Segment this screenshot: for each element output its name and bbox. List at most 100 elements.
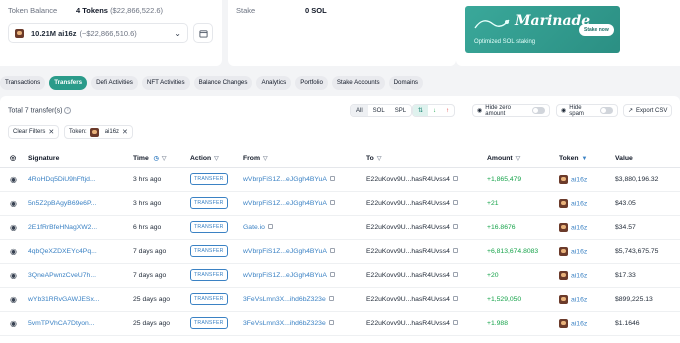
copy-icon[interactable] (329, 248, 335, 254)
eye-icon[interactable]: ◉ (10, 271, 17, 280)
from-address-link[interactable]: wVbrpFiS1Z...eJGgh4BYuA (243, 248, 327, 255)
tab-domains[interactable]: Domains (388, 76, 423, 90)
col-value: Value (615, 150, 680, 168)
tab-balance-changes[interactable]: Balance Changes (193, 76, 253, 90)
to-address: E22uKovv9U...hasR4Uvss4 (366, 223, 450, 231)
token-link[interactable]: ai16z (571, 272, 587, 279)
token-select[interactable]: 10.21M ai16z (~$22,866,510.6) ⌄ (8, 23, 188, 43)
from-address-link[interactable]: wVbrpFiS1Z...eJGgh4BYuA (243, 200, 327, 207)
token-link[interactable]: ai16z (571, 248, 587, 255)
close-icon[interactable]: ✕ (122, 128, 128, 136)
filter-icon[interactable]: ▽ (162, 156, 167, 162)
col-from[interactable]: From ▽ (243, 150, 366, 168)
filter-icon[interactable]: ▽ (263, 156, 268, 162)
col-time[interactable]: Time ◷ ▽ (133, 150, 190, 168)
arrow-down-icon[interactable]: ↓ (428, 105, 441, 116)
filter-active-icon[interactable]: ▼ (582, 156, 588, 162)
token-balance-label: Token Balance (8, 6, 58, 15)
table-header-row: ◎ Signature Time ◷ ▽ Action ▽ From ▽ To ▽ Am… (0, 150, 680, 168)
table-row: ◉ 5vmTPVhCA7Dtyon... 25 days ago TRANSFER 3F… (0, 311, 680, 336)
close-icon[interactable]: ✕ (48, 128, 54, 136)
eye-icon[interactable]: ◉ (10, 295, 17, 304)
copy-icon[interactable] (329, 200, 335, 206)
tab-stake-accounts[interactable]: Stake Accounts (331, 76, 385, 90)
eye-icon[interactable]: ◉ (10, 247, 17, 256)
token-link[interactable]: ai16z (571, 200, 587, 207)
token-link[interactable]: ai16z (571, 296, 587, 303)
table-row: ◉ 3QneAPwnzCveU7h... 7 days ago TRANSFER wVb… (0, 263, 680, 288)
tab-transactions[interactable]: Transactions (0, 76, 46, 90)
tab-nft-activities[interactable]: NFT Activities (141, 76, 190, 90)
signature-link[interactable]: 4qbQeXZDXEYc4Pq... (28, 248, 97, 255)
tab-portfolio[interactable]: Portfolio (295, 76, 328, 90)
from-address-link[interactable]: 3FeVsLmn3X...ihd6bZ323e (243, 320, 326, 327)
tab-transfers[interactable]: Transfers (49, 76, 88, 90)
signature-link[interactable]: 2E1fRrBfeHNagXW2... (28, 224, 97, 231)
tab-analytics[interactable]: Analytics (256, 76, 292, 90)
filter-spl-button[interactable]: SPL (390, 105, 411, 116)
col-action[interactable]: Action ▽ (190, 150, 243, 168)
signature-link[interactable]: wYb31RRvGAWJESx... (28, 296, 100, 303)
stake-now-button[interactable]: Stake now (579, 24, 614, 36)
eye-icon[interactable]: ◉ (10, 223, 17, 232)
col-token[interactable]: Token ▼ (559, 150, 615, 168)
ai16z-token-icon (559, 174, 568, 184)
table-row: ◉ 4RoHDq5DiU9hFftjd... 3 hrs ago TRANSFER wV… (0, 167, 680, 192)
from-address-link[interactable]: wVbrpFiS1Z...eJGgh4BYuA (243, 272, 327, 279)
copy-icon[interactable] (452, 320, 458, 326)
copy-icon[interactable] (452, 176, 458, 182)
col-to[interactable]: To ▽ (366, 150, 487, 168)
filter-sol-button[interactable]: SOL (368, 105, 390, 116)
copy-icon[interactable] (452, 272, 458, 278)
ai16z-token-icon (559, 294, 568, 304)
arrow-up-icon[interactable]: ↑ (441, 105, 454, 116)
from-address-link[interactable]: Gate.io (243, 224, 265, 231)
eye-header-icon: ◎ (0, 150, 28, 168)
token-link[interactable]: ai16z (571, 176, 587, 183)
copy-icon[interactable] (452, 224, 458, 230)
time-cell: 3 hrs ago (133, 167, 190, 192)
export-csv-button[interactable]: ↗ Export CSV (623, 104, 673, 117)
wallet-button[interactable] (193, 23, 213, 43)
tab-defi-activities[interactable]: Defi Activities (91, 76, 138, 90)
marinade-logo-icon (474, 19, 510, 29)
token-filter-chip[interactable]: Token: ai16z ✕ (64, 125, 133, 139)
hide-spam-switch[interactable] (599, 107, 613, 114)
copy-icon[interactable] (452, 248, 458, 254)
signature-link[interactable]: 3QneAPwnzCveU7h... (28, 272, 96, 279)
eye-icon[interactable]: ◉ (10, 319, 17, 328)
copy-icon[interactable] (452, 200, 458, 206)
clock-icon[interactable]: ◷ (154, 156, 159, 162)
filter-icon[interactable]: ▽ (214, 156, 219, 162)
filter-icon[interactable]: ▽ (377, 156, 382, 162)
copy-icon[interactable] (267, 224, 273, 230)
hide-spam-toggle[interactable]: ◉ Hide spam (556, 104, 618, 117)
marinade-banner[interactable]: Marinade Optimized SOL staking Stake now (465, 6, 620, 53)
filter-icon[interactable]: ▽ (516, 156, 521, 162)
both-directions-icon[interactable]: ⇅ (413, 105, 429, 116)
signature-link[interactable]: 5n5Z2pBAgyB69e6P... (28, 200, 96, 207)
copy-icon[interactable] (452, 296, 458, 302)
signature-link[interactable]: 5vmTPVhCA7Dtyon... (28, 320, 94, 327)
copy-icon[interactable] (328, 320, 334, 326)
copy-icon[interactable] (329, 272, 335, 278)
copy-icon[interactable] (328, 296, 334, 302)
eye-icon[interactable]: ◉ (10, 175, 17, 184)
copy-icon[interactable] (329, 176, 335, 182)
token-link[interactable]: ai16z (571, 224, 587, 231)
col-amount[interactable]: Amount ▽ (487, 150, 559, 168)
amount-cell: +1,529,050 (487, 295, 522, 303)
hide-zero-switch[interactable] (532, 107, 545, 114)
eye-icon[interactable]: ◉ (10, 199, 17, 208)
filter-all-button[interactable]: All (351, 105, 368, 116)
chevron-down-icon: ⌄ (174, 28, 181, 38)
clear-filters-chip[interactable]: Clear Filters ✕ (8, 125, 60, 139)
from-address-link[interactable]: wVbrpFiS1Z...eJGgh4BYuA (243, 176, 327, 183)
from-address-link[interactable]: 3FeVsLmn3X...ihd6bZ323e (243, 296, 326, 303)
ai16z-token-icon (15, 28, 24, 38)
wallet-icon (198, 29, 208, 38)
token-link[interactable]: ai16z (571, 320, 587, 327)
token-chip-value: ai16z (104, 129, 120, 135)
signature-link[interactable]: 4RoHDq5DiU9hFftjd... (28, 176, 96, 183)
hide-zero-toggle[interactable]: ◉ Hide zero amount (472, 104, 550, 117)
